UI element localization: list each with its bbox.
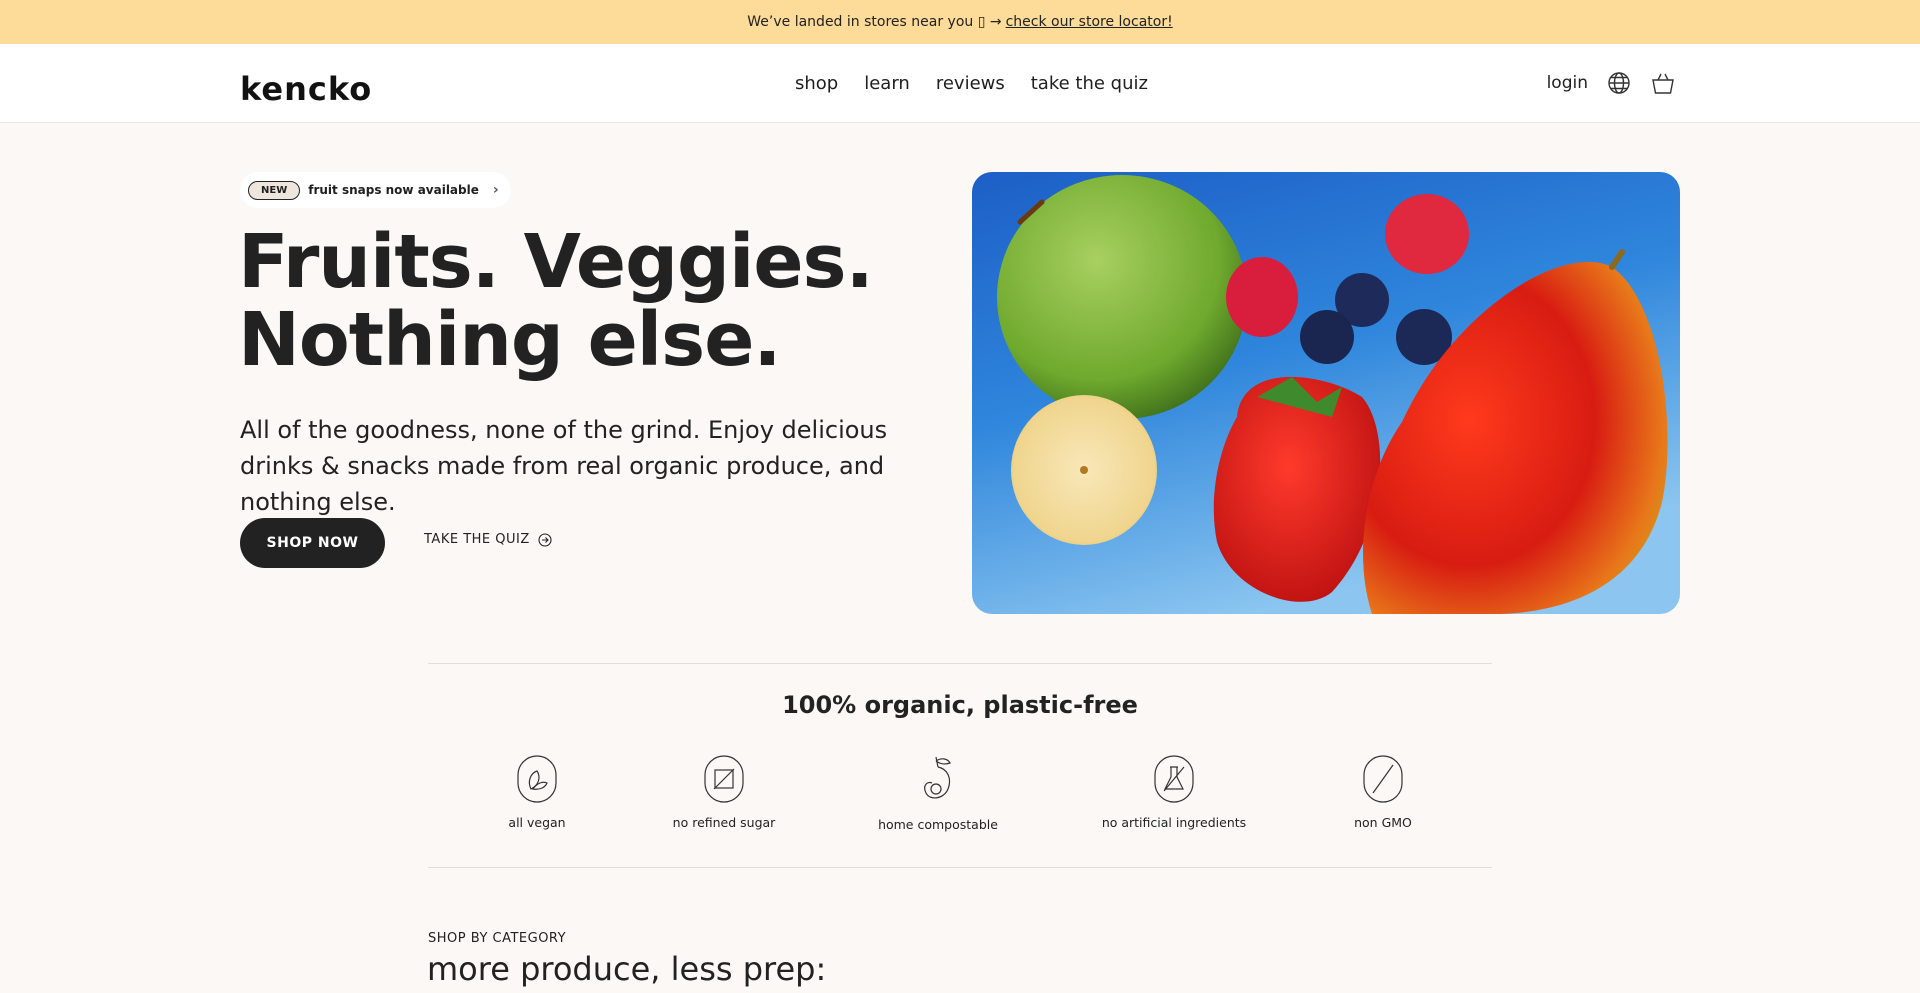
login-link[interactable]: login (1547, 73, 1588, 93)
compost-icon (924, 756, 951, 799)
hero-section: NEW fruit snaps now available › Fruits. … (0, 123, 1920, 663)
site-header: kencko shop learn reviews take the quiz … (0, 44, 1920, 123)
hero-title-line-1: Fruits. Veggies. (238, 219, 874, 305)
cart-icon[interactable] (1650, 70, 1676, 96)
hero-title: Fruits. Veggies. Nothing else. (238, 223, 874, 379)
shop-now-button[interactable]: SHOP NOW (240, 518, 385, 568)
non-gmo-icon (1363, 755, 1403, 803)
chevron-right-icon: › (492, 182, 499, 198)
promo-pill[interactable]: NEW fruit snaps now available › (240, 172, 511, 208)
feature-label: home compostable (878, 817, 998, 832)
feature-all-vegan: all vegan (437, 755, 637, 830)
arrow-circle-icon (538, 532, 552, 547)
feature-label: no artificial ingredients (1101, 815, 1247, 830)
hero-subtitle: All of the goodness, none of the grind. … (240, 416, 888, 516)
category-eyebrow: SHOP BY CATEGORY (428, 931, 567, 946)
announcement-text: We’ve landed in stores near you ▯ → (747, 14, 1002, 30)
promo-text: fruit snaps now available (308, 183, 479, 197)
features-title: 100% organic, plastic-free (782, 691, 1138, 719)
no-sugar-icon (704, 755, 744, 803)
feature-label: non GMO (1354, 815, 1412, 830)
feature-non-gmo: non GMO (1283, 755, 1483, 830)
hero-title-line-2: Nothing else. (238, 297, 782, 383)
header-actions: login (1547, 44, 1676, 122)
feature-home-compostable: home compostable (838, 755, 1038, 832)
category-title: more produce, less prep: (427, 950, 827, 988)
take-quiz-label: TAKE THE QUIZ (424, 532, 530, 547)
nav-learn[interactable]: learn (864, 73, 910, 94)
nav-reviews[interactable]: reviews (936, 73, 1005, 94)
nav-take-the-quiz[interactable]: take the quiz (1031, 73, 1148, 94)
feature-label: no refined sugar (672, 815, 776, 830)
leaf-icon (517, 755, 557, 803)
feature-label: all vegan (508, 815, 566, 830)
announcement-bar: We’ve landed in stores near you ▯ → chec… (0, 0, 1920, 44)
logo[interactable]: kencko (240, 70, 372, 108)
feature-no-artificial-ingredients: no artificial ingredients (1074, 755, 1274, 830)
main-nav: shop learn reviews take the quiz (795, 44, 1148, 122)
hero-image (972, 172, 1680, 614)
feature-no-refined-sugar: no refined sugar (624, 755, 824, 830)
divider-top (428, 663, 1492, 664)
nav-shop[interactable]: shop (795, 73, 838, 94)
new-badge: NEW (248, 180, 301, 200)
flask-icon (1154, 755, 1194, 803)
store-locator-link[interactable]: check our store locator! (1006, 14, 1173, 30)
take-quiz-link[interactable]: TAKE THE QUIZ (424, 532, 552, 547)
divider-bottom (428, 867, 1492, 868)
globe-icon[interactable] (1606, 70, 1632, 96)
